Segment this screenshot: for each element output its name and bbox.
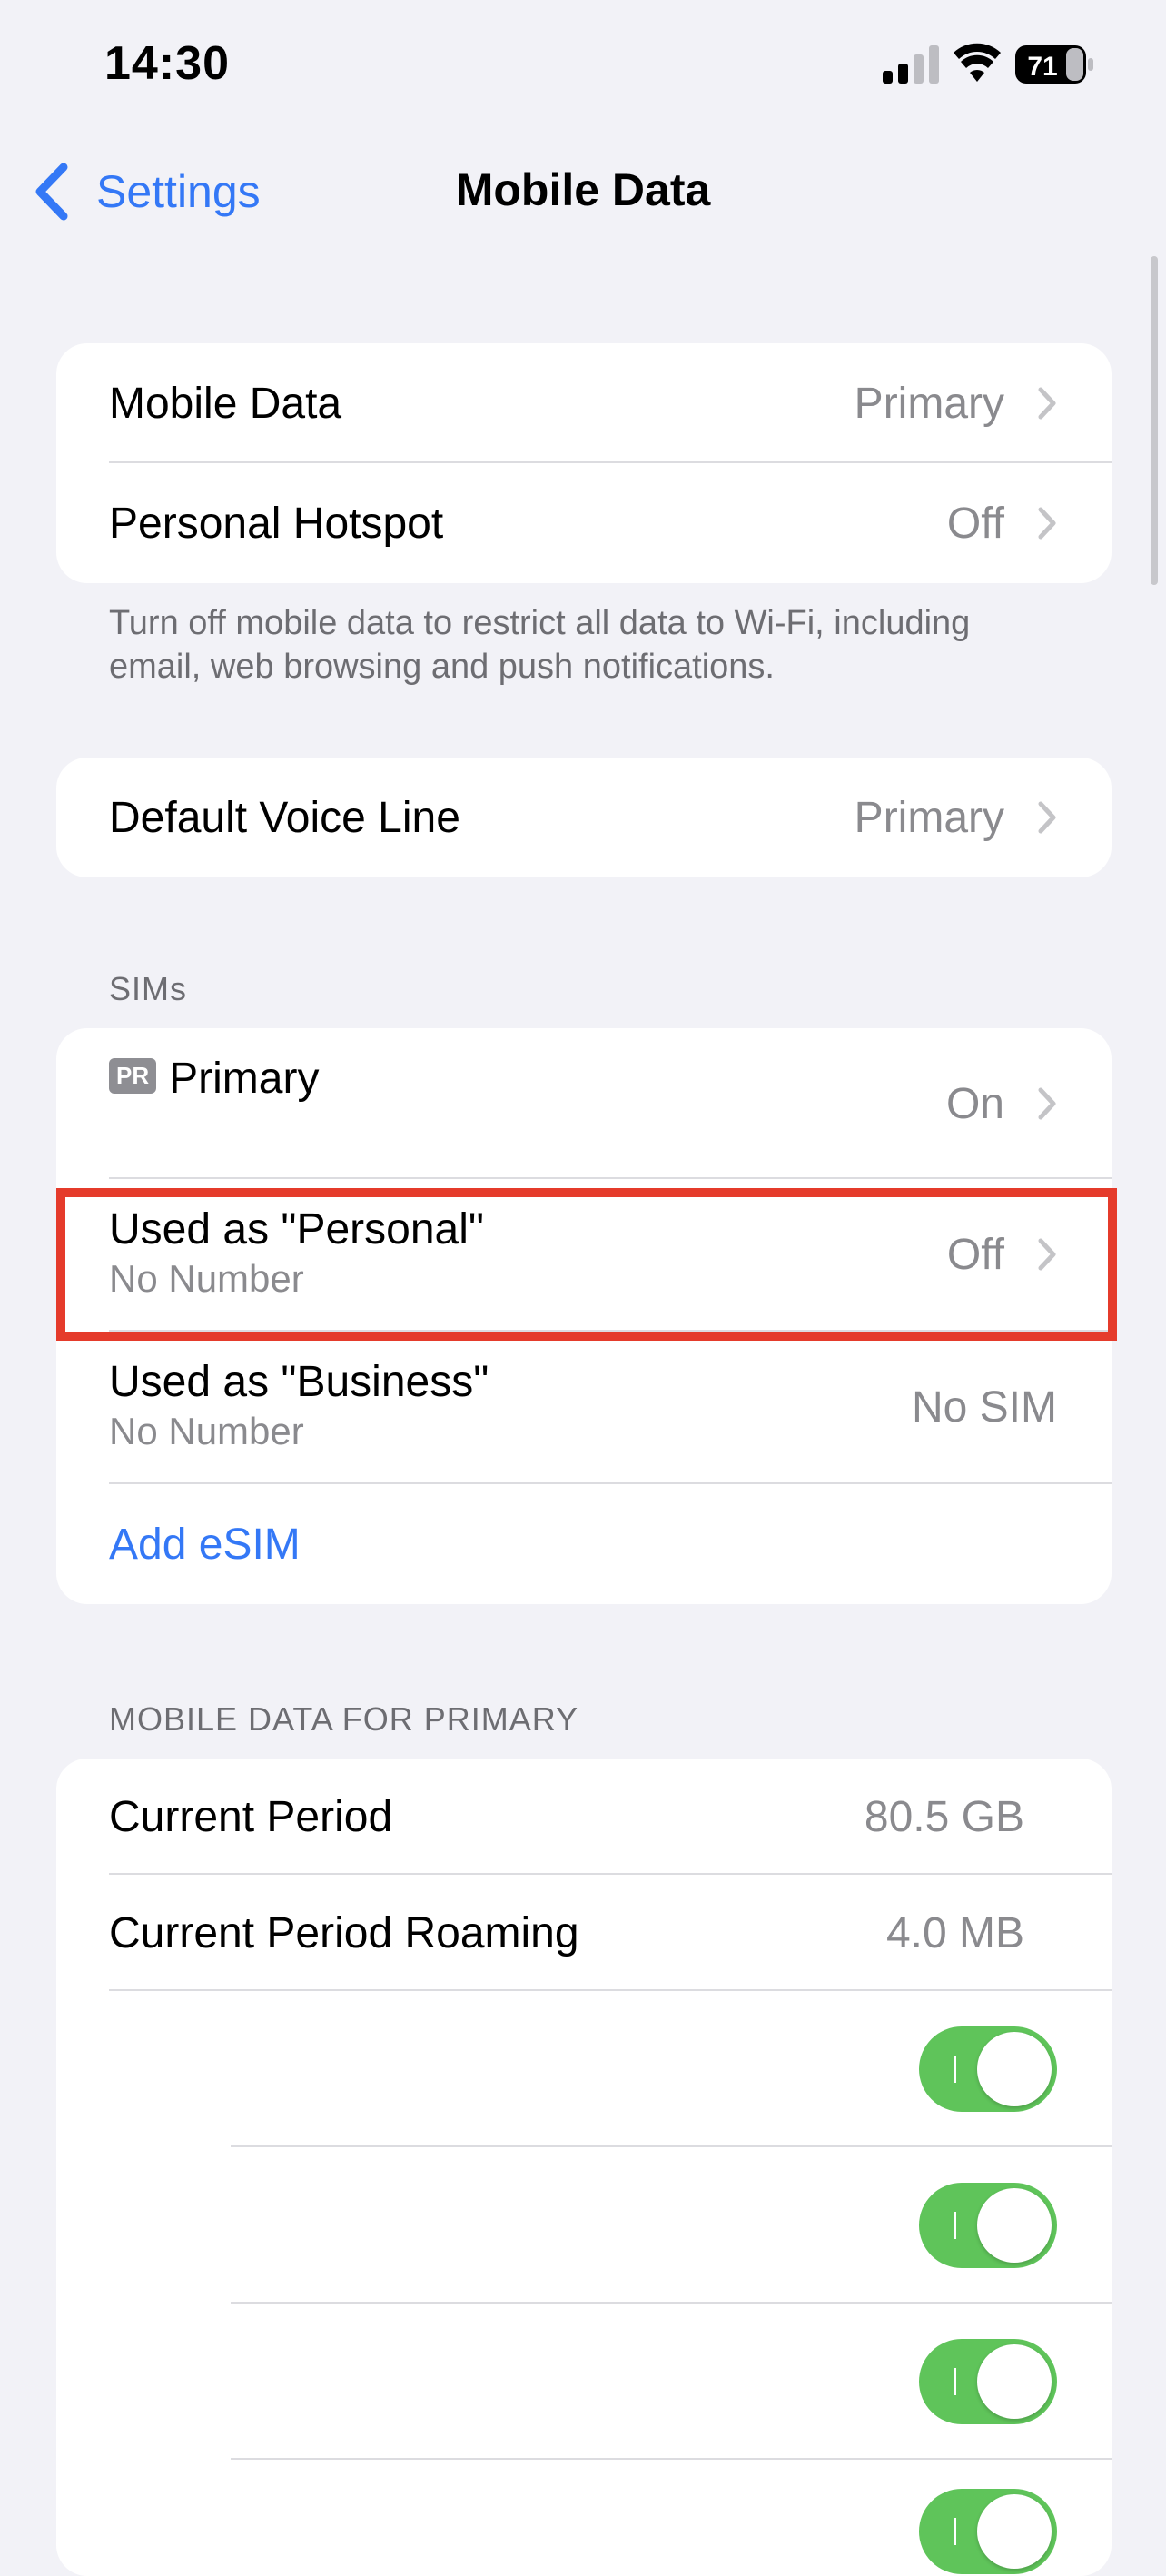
app-toggle-row <box>56 2304 1112 2460</box>
toggle-on-indicator <box>954 2212 956 2239</box>
toggle-switch[interactable] <box>919 2026 1057 2112</box>
highlight-box <box>56 1188 1117 1341</box>
row-value: No SIM <box>911 1383 1057 1432</box>
row-label: Personal Hotspot <box>109 499 444 548</box>
add-esim-row[interactable]: Add eSIM <box>56 1484 1112 1604</box>
row-label: Used as "Business" <box>109 1358 489 1406</box>
toggle-switch[interactable] <box>919 2183 1057 2268</box>
toggle-on-indicator <box>954 2056 956 2083</box>
status-time: 14:30 <box>104 37 230 90</box>
cellular-signal-icon <box>883 45 939 84</box>
row-value: Off <box>946 499 1004 548</box>
row-value: Primary <box>854 793 1004 842</box>
navigation-bar: Settings Mobile Data <box>0 145 1166 236</box>
toggle-knob <box>977 2344 1052 2419</box>
toggle-switch[interactable] <box>919 2489 1057 2574</box>
wifi-icon <box>954 43 1001 82</box>
current-period-row: Current Period 80.5 GB <box>56 1759 1112 1875</box>
app-toggle-row <box>56 2460 1112 2576</box>
sims-section-header: SIMs <box>109 970 188 1007</box>
chevron-right-icon <box>1038 507 1056 540</box>
row-value: On <box>945 1080 1004 1128</box>
voice-line-group: Default Voice Line Primary <box>56 758 1112 877</box>
chevron-right-icon <box>1038 1087 1056 1120</box>
sim-business-row[interactable]: Used as "Business" No Number No SIM <box>56 1332 1112 1484</box>
battery-icon: 71 <box>1015 45 1093 84</box>
toggle-switch[interactable] <box>919 2339 1057 2424</box>
mobile-data-footer-note: Turn off mobile data to restrict all dat… <box>109 604 971 686</box>
row-label: PR Primary <box>109 1054 319 1104</box>
toggle-knob <box>977 2188 1052 2263</box>
status-bar: 14:30 71 <box>0 0 1166 136</box>
mobile-data-row[interactable]: Mobile Data Primary <box>56 343 1112 463</box>
chevron-right-icon <box>1038 387 1056 420</box>
default-voice-line-row[interactable]: Default Voice Line Primary <box>56 758 1112 877</box>
app-toggle-row <box>56 2147 1112 2304</box>
toggle-knob <box>977 2032 1052 2106</box>
row-value: Primary <box>854 379 1004 428</box>
row-label: Mobile Data <box>109 379 342 428</box>
personal-hotspot-row[interactable]: Personal Hotspot Off <box>56 463 1112 583</box>
row-subtitle: No Number <box>109 1410 304 1452</box>
chevron-right-icon <box>1038 801 1056 834</box>
sim-primary-label: Primary <box>169 1055 320 1103</box>
add-esim-link[interactable]: Add eSIM <box>109 1520 301 1570</box>
current-period-roaming-row: Current Period Roaming 4.0 MB <box>56 1875 1112 1991</box>
row-label: Default Voice Line <box>109 793 460 842</box>
usage-section-header: MOBILE DATA FOR PRIMARY <box>109 1700 579 1738</box>
battery-level: 71 <box>1027 52 1057 82</box>
row-label: Current Period Roaming <box>109 1908 579 1957</box>
sim-primary-row[interactable]: PR Primary On <box>56 1028 1112 1179</box>
mobile-data-group: Mobile Data Primary Personal Hotspot Off <box>56 343 1112 583</box>
row-value: 80.5 GB <box>864 1792 1024 1841</box>
toggle-on-indicator <box>954 2368 956 2395</box>
toggle-knob <box>977 2494 1052 2569</box>
pr-badge: PR <box>109 1057 157 1094</box>
usage-group: Current Period 80.5 GB Current Period Ro… <box>56 1759 1112 2576</box>
app-toggle-row <box>56 1991 1112 2147</box>
row-label: Current Period <box>109 1792 393 1841</box>
toggle-on-indicator <box>954 2518 956 2545</box>
page-title: Mobile Data <box>455 164 711 215</box>
row-value: 4.0 MB <box>885 1908 1024 1957</box>
scrollbar[interactable] <box>1151 256 1158 585</box>
